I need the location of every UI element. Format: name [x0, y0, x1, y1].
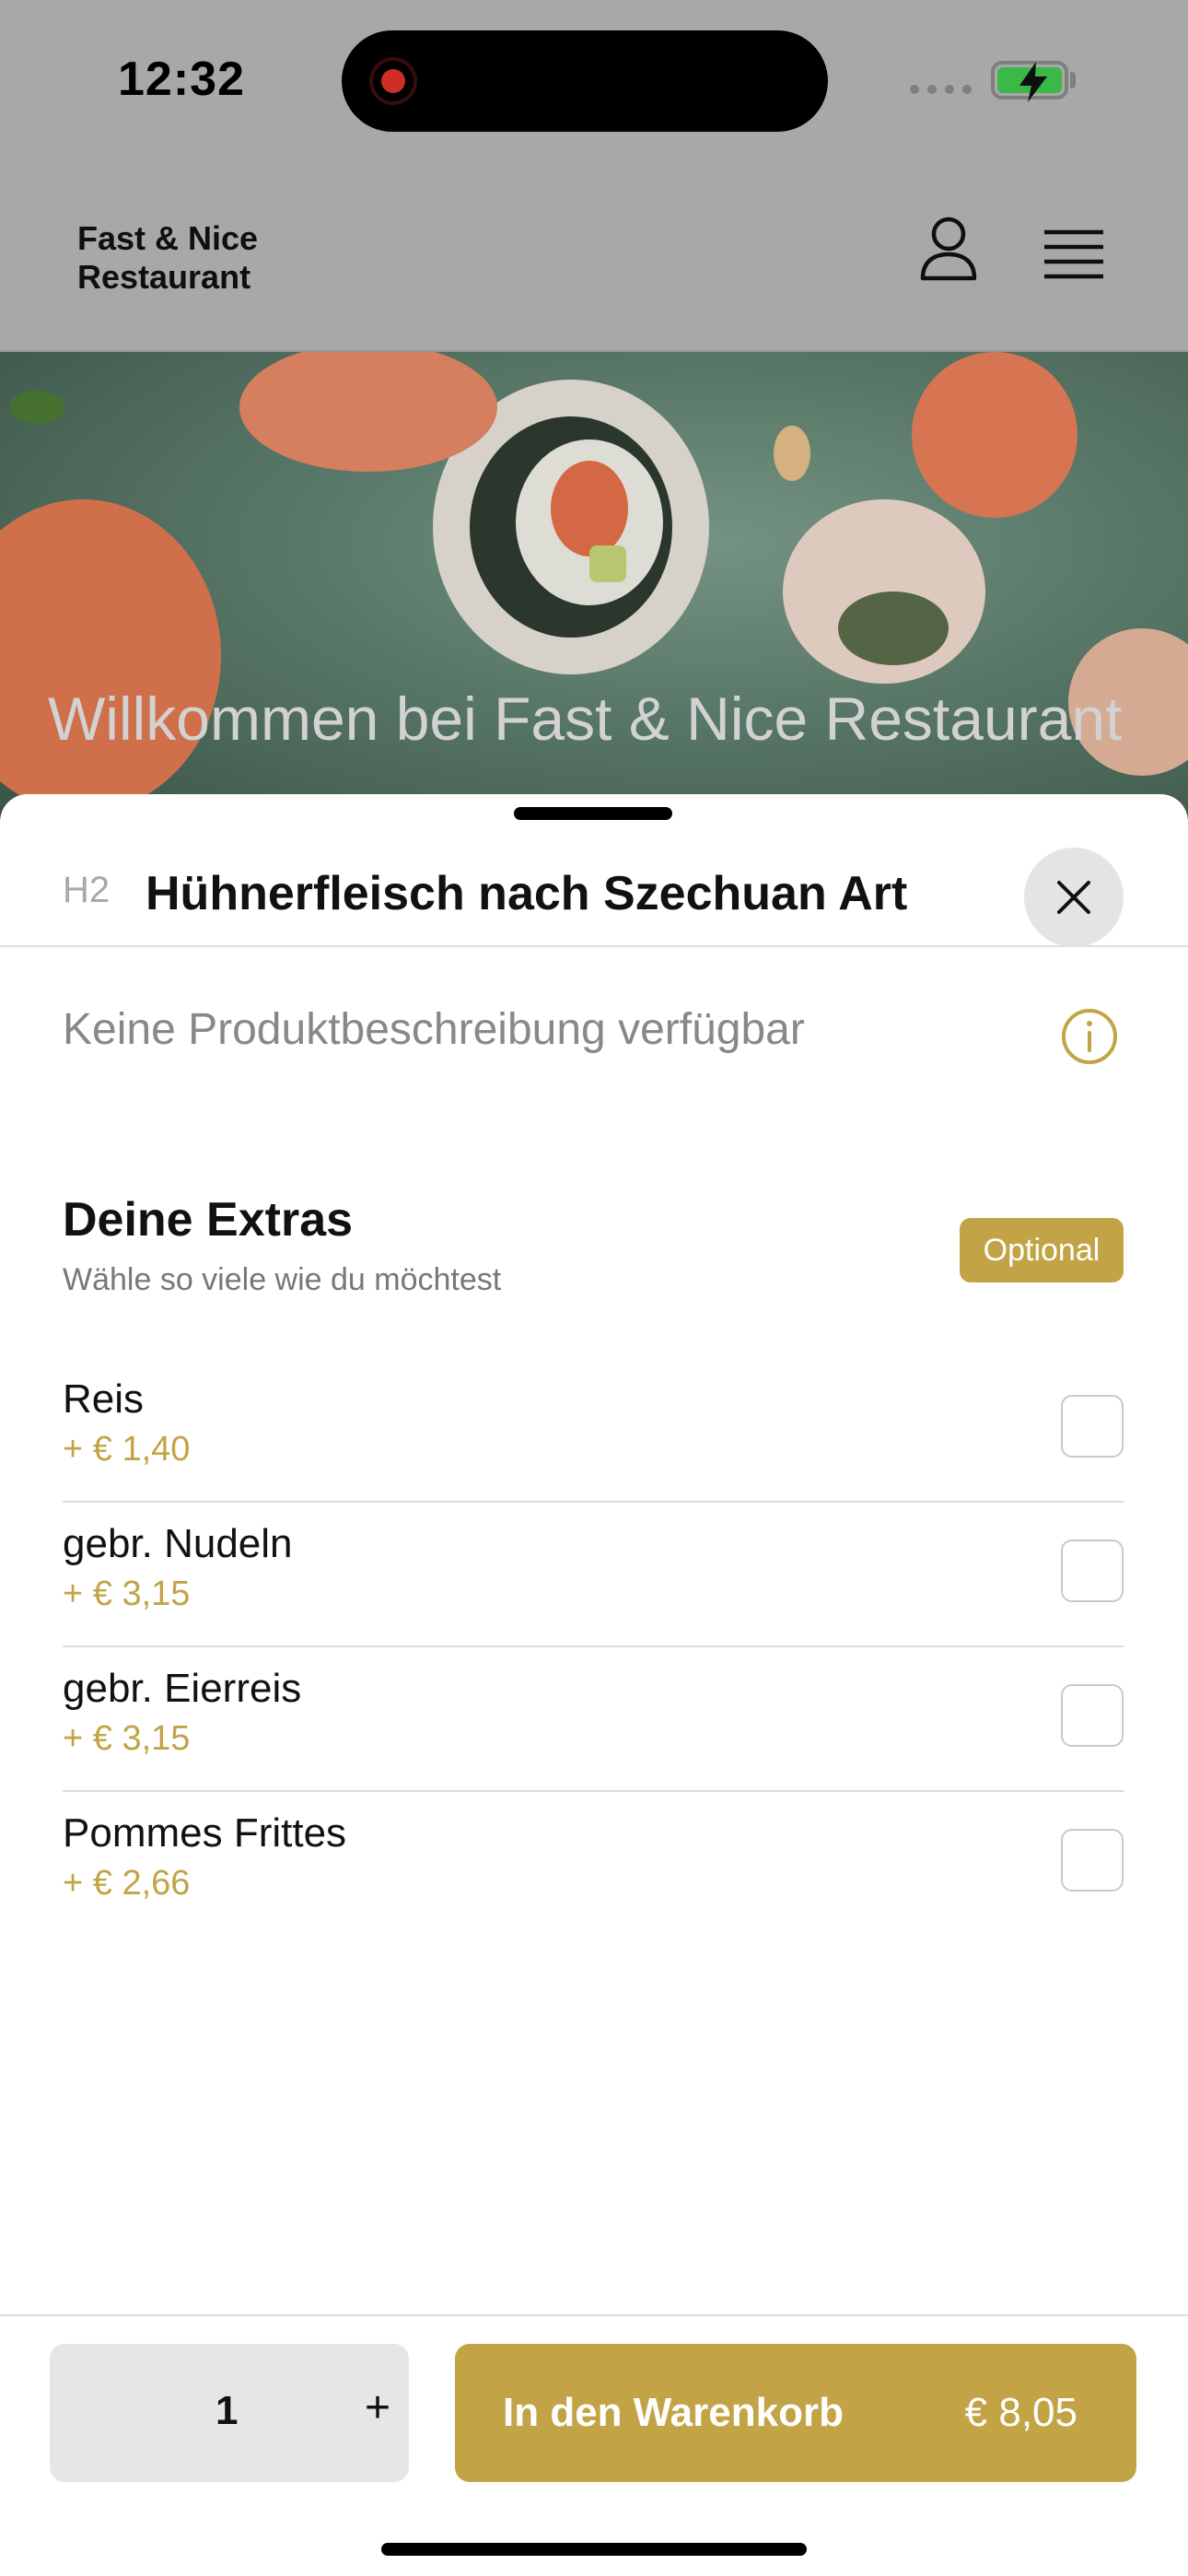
extras-list: Reis + € 1,40 gebr. Nudeln + € 3,15 gebr… — [63, 1358, 1124, 1937]
heading-tag: H2 — [63, 870, 111, 910]
quantity-stepper: 1 + — [50, 2344, 409, 2482]
extra-name: Reis — [63, 1376, 145, 1422]
extra-name: gebr. Nudeln — [63, 1521, 293, 1566]
info-icon[interactable] — [1061, 1008, 1118, 1070]
product-description: Keine Produktbeschreibung verfügbar — [63, 1005, 805, 1054]
extra-checkbox[interactable] — [1061, 1395, 1124, 1458]
extra-option-reis[interactable]: Reis + € 1,40 — [63, 1358, 1124, 1503]
order-footer: 1 + In den Warenkorb € 8,05 — [0, 2314, 1188, 2576]
quantity-value: 1 — [215, 2388, 239, 2433]
product-sheet: H2 Hühnerfleisch nach Szechuan Art Keine… — [0, 794, 1188, 2576]
extras-subtitle: Wähle so viele wie du möchtest — [63, 1262, 502, 1297]
extra-option-pommes[interactable]: Pommes Frittes + € 2,66 — [63, 1792, 1124, 1937]
extra-price: + € 1,40 — [63, 1430, 191, 1469]
extra-option-eierreis[interactable]: gebr. Eierreis + € 3,15 — [63, 1647, 1124, 1792]
close-button[interactable] — [1024, 848, 1124, 947]
extra-price: + € 3,15 — [63, 1575, 191, 1613]
extra-name: gebr. Eierreis — [63, 1666, 302, 1711]
close-icon — [1057, 881, 1090, 914]
add-to-cart-button[interactable]: In den Warenkorb € 8,05 — [455, 2344, 1136, 2482]
sheet-header: H2 Hühnerfleisch nach Szechuan Art — [0, 820, 1188, 947]
extra-checkbox[interactable] — [1061, 1684, 1124, 1747]
modal-backdrop[interactable] — [0, 0, 1188, 831]
extra-checkbox[interactable] — [1061, 1829, 1124, 1891]
extra-price: + € 3,15 — [63, 1719, 191, 1758]
extra-price: + € 2,66 — [63, 1864, 191, 1903]
add-to-cart-label: In den Warenkorb — [503, 2390, 844, 2435]
extras-title: Deine Extras — [63, 1193, 354, 1247]
cart-total-price: € 8,05 — [964, 2390, 1077, 2435]
extra-option-nudeln[interactable]: gebr. Nudeln + € 3,15 — [63, 1503, 1124, 1647]
home-indicator[interactable] — [381, 2543, 807, 2556]
optional-badge: Optional — [960, 1218, 1124, 1282]
quantity-increase-button[interactable]: + — [365, 2384, 390, 2432]
extra-name: Pommes Frittes — [63, 1810, 347, 1856]
extra-checkbox[interactable] — [1061, 1540, 1124, 1602]
sheet-grabber[interactable] — [514, 807, 672, 820]
product-title: Hühnerfleisch nach Szechuan Art — [146, 867, 908, 920]
